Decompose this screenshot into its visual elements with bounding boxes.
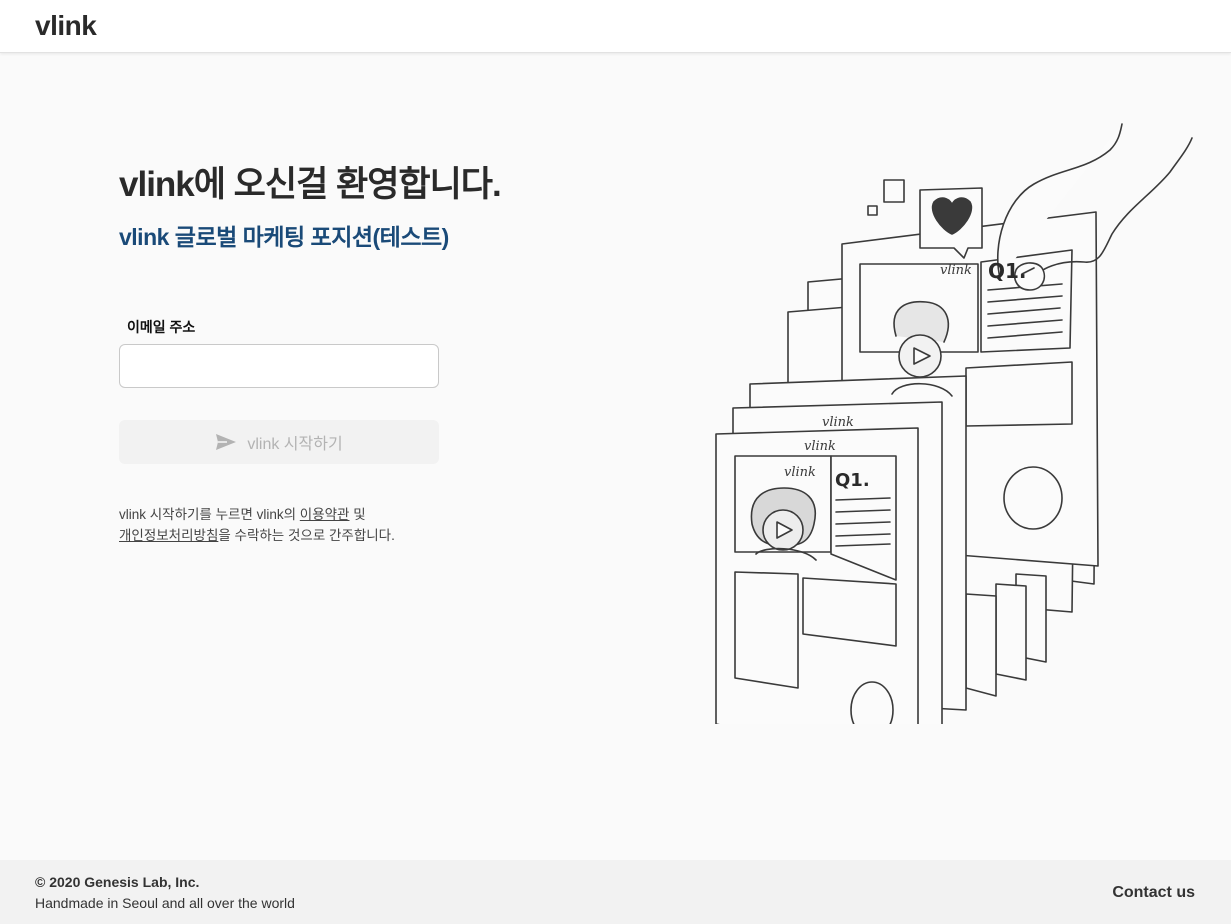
illustration-brand-back: vlink — [940, 263, 972, 278]
illustration-question-back: Q1. — [988, 259, 1027, 283]
illustration-brand-stack1: vlink — [822, 415, 854, 430]
privacy-policy-link[interactable]: 개인정보처리방침 — [119, 528, 218, 543]
main-content: vlink에 오신걸 환영합니다. vlink 글로벌 마케팅 포지션(테스트)… — [0, 54, 1231, 860]
terms-text-1: vlink 시작하기를 누르면 vlink의 — [119, 507, 300, 522]
illustration-brand-stack2: vlink — [804, 439, 836, 454]
illustration-brand-front: vlink — [784, 465, 816, 480]
terms-text-3: 을 수락하는 것으로 간주합니다. — [218, 528, 395, 543]
vlink-logo[interactable]: vlink — [35, 10, 97, 42]
email-field[interactable] — [119, 344, 439, 388]
terms-notice: vlink 시작하기를 누르면 vlink의 이용약관 및 개인정보처리방침을 … — [119, 504, 395, 546]
contact-us-link[interactable]: Contact us — [1112, 884, 1195, 902]
send-icon — [216, 434, 237, 450]
start-button-label: vlink 시작하기 — [247, 436, 343, 453]
email-label: 이메일 주소 — [127, 319, 196, 335]
welcome-title: vlink에 오신걸 환영합니다. — [119, 165, 502, 204]
terms-of-use-link[interactable]: 이용약관 — [300, 507, 350, 522]
copyright-text: © 2020 Genesis Lab, Inc. — [35, 874, 200, 890]
top-header: vlink — [0, 0, 1231, 53]
start-vlink-button[interactable]: vlink 시작하기 — [119, 420, 439, 464]
position-title: vlink 글로벌 마케팅 포지션(테스트) — [119, 224, 449, 250]
tagline-text: Handmade in Seoul and all over the world — [35, 895, 295, 911]
sketch-illustration: vlink vlink vlink vlink Q1. Q1. — [715, 123, 1193, 724]
footer: © 2020 Genesis Lab, Inc. Handmade in Seo… — [0, 860, 1231, 924]
illustration-question-front: Q1. — [835, 470, 870, 491]
terms-text-2: 및 — [349, 507, 366, 522]
